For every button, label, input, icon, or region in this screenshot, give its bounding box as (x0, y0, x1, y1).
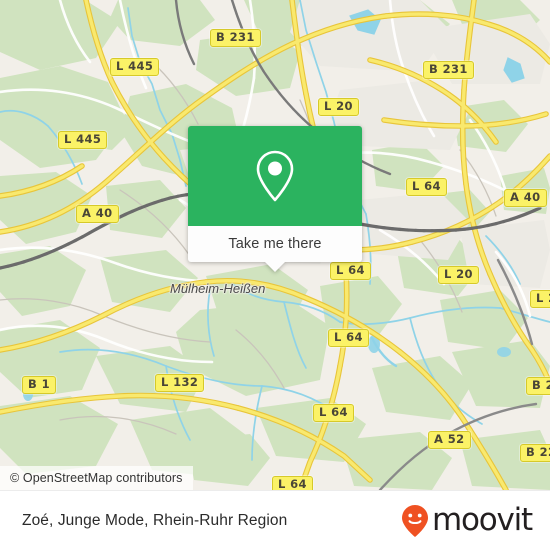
footer-bar: Zoé, Junge Mode, Rhein-Ruhr Region moovi… (0, 490, 550, 550)
road-shield-l20-north: L 20 (318, 98, 359, 116)
road-shield-l64-center: L 64 (330, 262, 371, 280)
moovit-branding[interactable]: moovit (400, 502, 533, 538)
take-me-there-label: Take me there (228, 236, 322, 252)
road-shield-l64-bottom: L 64 (272, 476, 313, 490)
moovit-smiley-pin-icon (401, 504, 428, 537)
road-shield-l64-mid: L 64 (328, 329, 369, 347)
map-screenshot: Mülheim-Heißen B 231 L 445 B 231 L 20 L … (0, 0, 550, 550)
road-shield-a40-west: A 40 (76, 205, 119, 223)
road-shield-b224: B 224 (520, 444, 550, 462)
map-canvas[interactable]: Mülheim-Heißen B 231 L 445 B 231 L 20 L … (0, 0, 550, 490)
road-shield-l132: L 132 (155, 374, 205, 392)
road-shield-b231-north: B 231 (210, 29, 261, 47)
road-shield-a52: A 52 (428, 431, 471, 449)
callout-icon-area (188, 126, 362, 226)
road-shield-l445-lower: L 445 (58, 131, 108, 149)
road-shield-l64-south: L 64 (313, 404, 354, 422)
location-callout-card[interactable]: Take me there (188, 126, 362, 272)
osm-attribution[interactable]: © OpenStreetMap contributors (0, 466, 193, 490)
road-shield-b1: B 1 (22, 376, 56, 394)
road-shield-l64-east: L 64 (406, 178, 447, 196)
poi-title: Zoé, Junge Mode, Rhein-Ruhr Region (22, 511, 288, 529)
road-shield-b231-east: B 231 (423, 61, 474, 79)
place-label-muelheim-heissen: Mülheim-Heißen (170, 281, 266, 296)
road-shield-l2-edge: L 2 (530, 290, 550, 308)
osm-attribution-text: © OpenStreetMap contributors (10, 471, 183, 485)
road-shield-l445-upper: L 445 (110, 58, 160, 76)
callout-pointer (264, 261, 286, 272)
moovit-wordmark: moovit (431, 502, 533, 538)
map-pin-icon (256, 150, 294, 202)
road-shield-l20-east: L 20 (438, 266, 479, 284)
road-shield-a40-east: A 40 (504, 189, 547, 207)
callout-action-area[interactable]: Take me there (188, 226, 362, 272)
road-shield-b2-edge: B 2 (526, 377, 550, 395)
